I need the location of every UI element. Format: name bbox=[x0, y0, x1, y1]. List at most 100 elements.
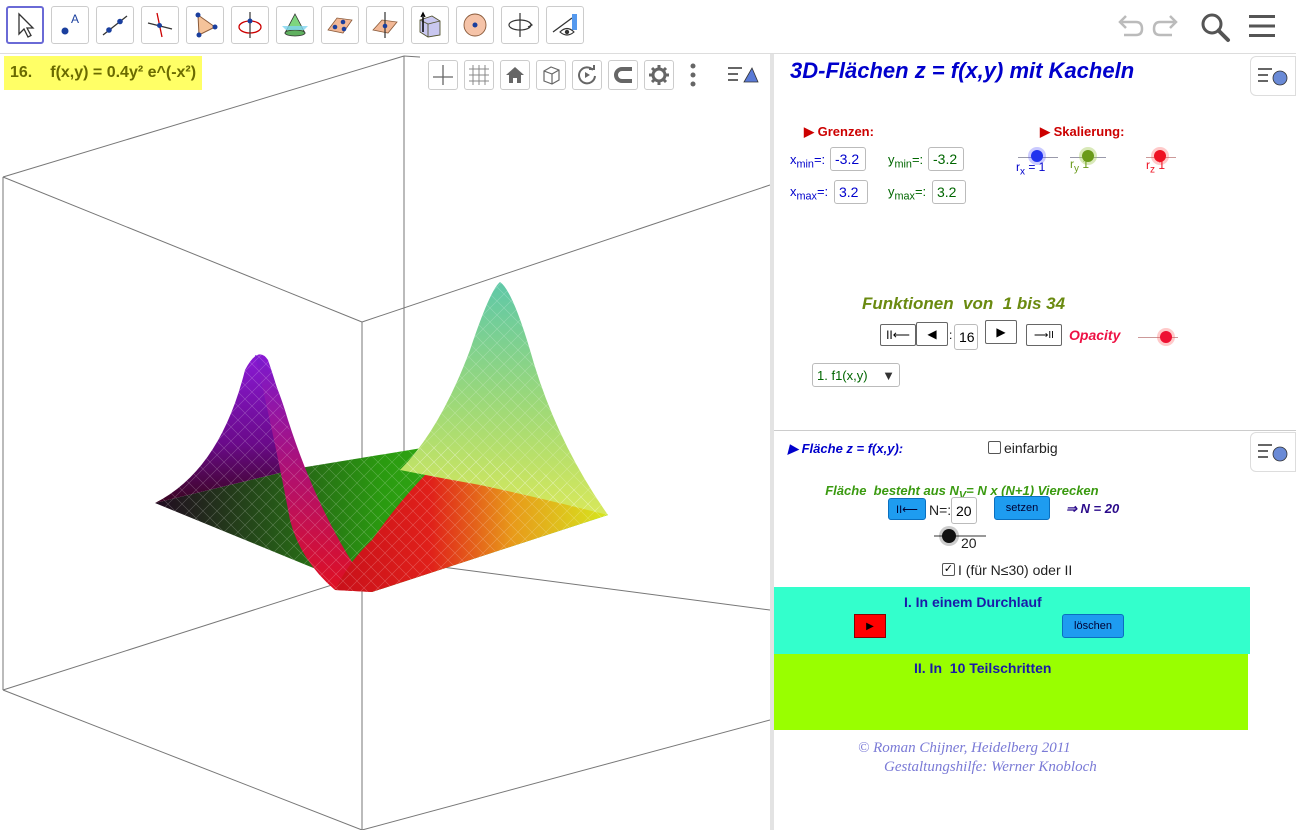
surface-plot-canvas[interactable] bbox=[0, 54, 770, 830]
function-index-input[interactable]: 16 bbox=[954, 324, 978, 350]
point-tool-button[interactable]: A bbox=[51, 6, 89, 44]
triangle-right-icon: ▶ bbox=[804, 124, 818, 139]
n-slider-handle[interactable] bbox=[942, 529, 956, 543]
first-function-button[interactable]: II⟵ bbox=[880, 324, 916, 346]
xmax-input[interactable]: 3.2 bbox=[834, 180, 868, 204]
svg-text:A: A bbox=[71, 12, 79, 26]
search-icon[interactable] bbox=[1199, 11, 1231, 43]
grenzen-label: Grenzen: bbox=[817, 124, 874, 139]
xmin-label: xmin=: bbox=[790, 152, 825, 171]
assign-sign: =: bbox=[813, 152, 826, 167]
snap-magnet-button[interactable] bbox=[608, 60, 638, 90]
grid-toggle-button[interactable] bbox=[464, 60, 494, 90]
show-hide-tool-button[interactable] bbox=[546, 6, 584, 44]
opacity-slider-track bbox=[1138, 337, 1178, 338]
rz-sub: z bbox=[1150, 164, 1155, 176]
perpendicular-line-icon bbox=[147, 12, 173, 38]
graphics-3d-view[interactable] bbox=[0, 54, 770, 830]
credit-helper: Gestaltungshilfe: Werner Knobloch bbox=[884, 759, 1097, 775]
function-label[interactable]: 16. f(x,y) = 0.4y² e^(-x²) bbox=[4, 56, 203, 90]
plane-three-points-icon bbox=[327, 17, 353, 34]
bounding-box bbox=[2, 55, 770, 830]
settings-button[interactable] bbox=[644, 60, 674, 90]
cone-plane-icon bbox=[282, 13, 308, 37]
n-label: N=: bbox=[929, 502, 952, 518]
setzen-button[interactable]: setzen bbox=[994, 496, 1050, 520]
mode-label: I (für N≤30) oder II bbox=[958, 562, 1073, 578]
ry-label: ry 1 bbox=[1070, 157, 1089, 174]
perpendicular-plane-icon bbox=[372, 12, 398, 38]
panel-separator bbox=[774, 430, 1296, 431]
move-tool-button[interactable] bbox=[6, 6, 44, 44]
perpendicular-line-tool-button[interactable] bbox=[141, 6, 179, 44]
einfarbig-checkbox[interactable] bbox=[988, 441, 1001, 454]
page-title: 3D-Flächen z = f(x,y) mit Kacheln bbox=[790, 58, 1135, 83]
xmin-sub: min bbox=[796, 158, 814, 171]
style-bar-toggle-icon[interactable] bbox=[726, 62, 760, 88]
rotate-view-button[interactable] bbox=[572, 60, 602, 90]
reset-n-button[interactable]: II⟵ bbox=[888, 498, 926, 520]
style-bar-toggle-icon bbox=[1258, 444, 1288, 462]
rotate-view-tool-button[interactable] bbox=[501, 6, 539, 44]
perpendicular-plane-tool-button[interactable] bbox=[366, 6, 404, 44]
assign-sign: =: bbox=[816, 184, 829, 199]
polygon-icon bbox=[195, 12, 218, 38]
prism-tool-button[interactable] bbox=[411, 6, 449, 44]
hamburger-menu-icon[interactable] bbox=[1247, 12, 1277, 40]
panel-style-toggle-1[interactable] bbox=[1250, 56, 1296, 96]
next-function-button[interactable]: ▶ bbox=[985, 320, 1017, 344]
mode-checkbox[interactable]: ✓ bbox=[942, 563, 955, 576]
funktionen-heading: Funktionen von 1 bis 34 bbox=[862, 294, 1066, 313]
redo-icon[interactable] bbox=[1152, 12, 1180, 40]
function-surface[interactable] bbox=[155, 282, 608, 592]
ymax-input[interactable]: 3.2 bbox=[932, 180, 966, 204]
more-vertical-icon[interactable] bbox=[688, 62, 698, 90]
n-input[interactable]: 20 bbox=[951, 497, 977, 524]
xmin-input[interactable]: -3.2 bbox=[830, 147, 866, 171]
intersect-tool-button[interactable] bbox=[276, 6, 314, 44]
main-toolbar: A bbox=[0, 0, 1296, 54]
assign-sign: =: bbox=[911, 152, 924, 167]
line-tool-button[interactable] bbox=[96, 6, 134, 44]
last-function-button[interactable]: ⟶II bbox=[1026, 324, 1062, 346]
home-view-button[interactable] bbox=[500, 60, 530, 90]
assign-sign: =: bbox=[914, 184, 927, 199]
ry-sub: y bbox=[1074, 163, 1079, 175]
besteht-text-a: Fläche besteht aus N bbox=[825, 483, 959, 498]
circle-axis-tool-button[interactable] bbox=[231, 6, 269, 44]
eye-visibility-icon bbox=[552, 14, 577, 36]
checkmark-icon: ✓ bbox=[943, 563, 954, 575]
view-direction-button[interactable] bbox=[536, 60, 566, 90]
sphere-icon bbox=[463, 13, 487, 37]
ymin-label: ymin=: bbox=[888, 152, 923, 171]
plane-points-tool-button[interactable] bbox=[321, 6, 359, 44]
panel-style-toggle-2[interactable] bbox=[1250, 432, 1296, 472]
rz-value: 1 bbox=[1158, 158, 1166, 172]
ymin-sub: min bbox=[894, 158, 912, 171]
rx-sub: x bbox=[1020, 166, 1025, 178]
xmax-label: xmax=: bbox=[790, 184, 828, 203]
skalierung-heading: ▶ Skalierung: bbox=[1040, 124, 1124, 140]
view-direction-icon bbox=[543, 66, 560, 85]
function-select[interactable]: 1. f1(x,y) ▼ bbox=[812, 363, 900, 387]
prev-function-button[interactable]: ◀ bbox=[916, 322, 948, 346]
play-button[interactable]: ▶ bbox=[854, 614, 886, 638]
opacity-slider-handle[interactable] bbox=[1160, 331, 1172, 343]
snap-magnet-icon bbox=[614, 67, 632, 83]
ymin-input[interactable]: -3.2 bbox=[928, 147, 964, 171]
credit-author: © Roman Chijner, Heidelberg 2011 bbox=[858, 740, 1071, 756]
n-result: ⇒ N = 20 bbox=[1066, 501, 1120, 516]
loeschen-button[interactable]: löschen bbox=[1062, 614, 1124, 638]
xmax-sub: max bbox=[796, 190, 817, 203]
polygon-tool-button[interactable] bbox=[186, 6, 224, 44]
grid-toggle-icon bbox=[469, 65, 489, 85]
sphere-tool-button[interactable] bbox=[456, 6, 494, 44]
function-select-value: 1. f1(x,y) bbox=[817, 367, 868, 383]
undo-icon[interactable] bbox=[1116, 12, 1144, 40]
section-one-title: I. In einem Durchlauf bbox=[904, 594, 1042, 610]
graphics-style-bar bbox=[420, 54, 772, 94]
n-slider-value: 20 bbox=[961, 535, 977, 551]
style-bar-toggle-icon bbox=[1258, 68, 1288, 86]
axes-toggle-button[interactable] bbox=[428, 60, 458, 90]
rotate-view-icon bbox=[578, 65, 596, 85]
